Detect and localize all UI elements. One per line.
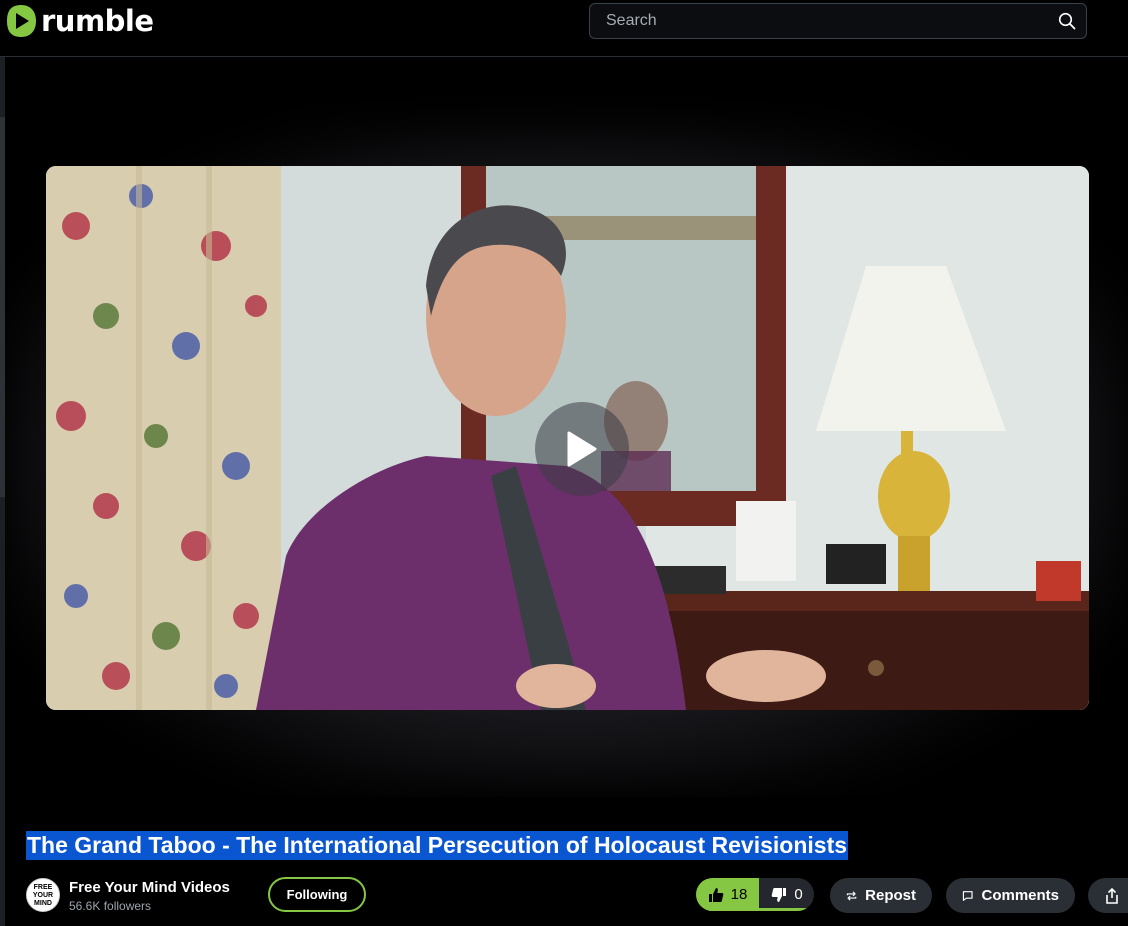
repost-icon (846, 890, 857, 901)
video-player[interactable] (46, 166, 1089, 710)
repost-button[interactable]: Repost (830, 878, 932, 913)
video-stage (5, 57, 1128, 797)
search-icon[interactable] (1058, 12, 1076, 30)
share-icon (1106, 887, 1118, 904)
logo-text: rumble (41, 4, 154, 38)
like-count: 18 (730, 886, 748, 903)
play-icon (567, 431, 597, 467)
comments-label: Comments (981, 887, 1059, 904)
search-input[interactable] (590, 4, 1050, 38)
following-button[interactable]: Following (268, 877, 366, 912)
channel-row: FREE YOUR MIND Free Your Mind Videos 56.… (0, 870, 1128, 926)
share-button[interactable] (1088, 878, 1128, 913)
channel-avatar[interactable]: FREE YOUR MIND (26, 878, 60, 912)
rumble-logo-icon (7, 5, 36, 37)
top-header: rumble (0, 0, 1128, 57)
comment-icon (962, 890, 973, 901)
comments-button[interactable]: Comments (946, 878, 1075, 913)
like-button[interactable]: 18 (696, 878, 759, 911)
dislike-count: 0 (794, 886, 803, 903)
dislike-button[interactable]: 0 (760, 878, 814, 911)
search-box[interactable] (589, 3, 1087, 39)
thumbs-down-icon (772, 887, 787, 902)
rumble-logo[interactable]: rumble (6, 4, 154, 38)
video-title: The Grand Taboo - The International Pers… (26, 831, 849, 860)
avatar-text: FREE YOUR MIND (32, 884, 54, 907)
channel-name[interactable]: Free Your Mind Videos (69, 879, 230, 896)
vote-ratio-bar (696, 908, 814, 911)
play-button[interactable] (535, 402, 629, 496)
repost-label: Repost (865, 887, 916, 904)
vote-control: 18 0 (696, 878, 814, 911)
channel-followers: 56.6K followers (69, 899, 152, 913)
thumbs-up-icon (708, 887, 723, 902)
